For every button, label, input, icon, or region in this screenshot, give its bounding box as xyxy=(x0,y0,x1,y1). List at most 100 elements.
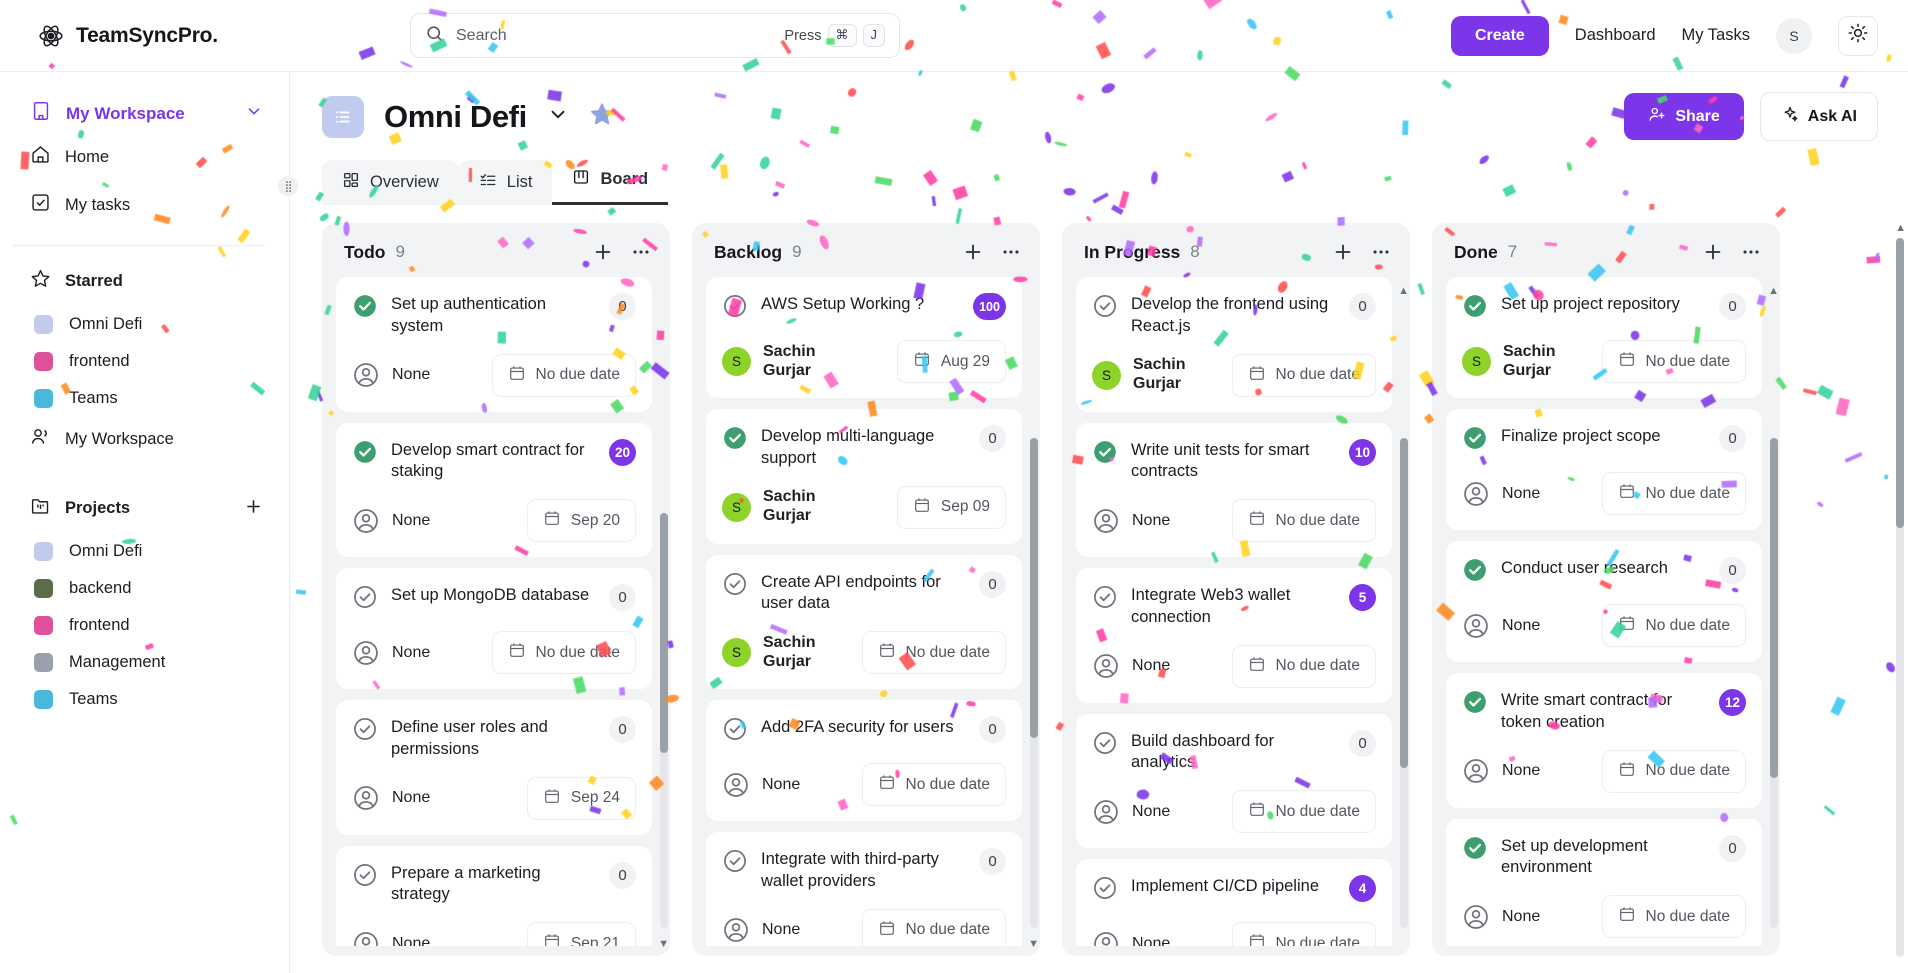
create-button[interactable]: Create xyxy=(1450,15,1549,56)
task-status-icon[interactable] xyxy=(352,584,378,615)
task-assignee[interactable]: S Sachin Gurjar xyxy=(1092,356,1220,393)
task-assignee[interactable]: None xyxy=(1462,480,1540,508)
task-card[interactable]: AWS Setup Working ? 100 S Sachin Gurjar Aug … xyxy=(706,277,1022,398)
sidebar-starred-omni-defi[interactable]: Omni Defi xyxy=(0,306,289,343)
ask-ai-button[interactable]: Ask AI xyxy=(1759,92,1878,141)
task-assignee[interactable]: None xyxy=(352,930,430,946)
task-card[interactable]: Conduct user research 0 None No due date xyxy=(1446,541,1762,662)
task-card[interactable]: Finalize project scope 0 None No due date xyxy=(1446,409,1762,530)
task-due-date[interactable]: No due date xyxy=(1231,353,1376,397)
tab-board[interactable]: Board xyxy=(552,157,669,205)
task-card[interactable]: Write unit tests for smart contracts 10 No… xyxy=(1076,422,1392,558)
assignee-avatar-empty-icon[interactable] xyxy=(1092,652,1120,680)
task-assignee[interactable]: S Sachin Gurjar xyxy=(722,343,859,380)
assignee-avatar-empty-icon[interactable] xyxy=(722,771,750,799)
sidebar-project-omni-defi[interactable]: Omni Defi xyxy=(0,533,289,570)
sidebar-section-starred[interactable]: Starred xyxy=(0,256,289,306)
task-due-date[interactable]: No due date xyxy=(1601,895,1746,939)
scroll-up-arrow-icon[interactable]: ▲ xyxy=(1895,222,1906,234)
task-due-date[interactable]: No due date xyxy=(1601,604,1746,647)
assignee-avatar[interactable]: S xyxy=(722,492,751,522)
add-project-button[interactable] xyxy=(244,497,263,520)
task-card[interactable]: Set up project repository 0 S Sachin Gurjar… xyxy=(1446,277,1762,398)
column-card-list[interactable]: AWS Setup Working ? 100 S Sachin Gurjar Aug … xyxy=(706,277,1028,946)
assignee-avatar-empty-icon[interactable] xyxy=(1092,930,1120,946)
sidebar-starred-frontend[interactable]: frontend xyxy=(0,343,289,380)
column-scrollbar-thumb[interactable] xyxy=(660,513,668,753)
task-status-icon[interactable] xyxy=(1092,730,1118,761)
scroll-up-arrow-icon[interactable]: ▲ xyxy=(1398,285,1409,297)
column-more-button[interactable] xyxy=(1000,241,1022,263)
sidebar-workspace-selector[interactable]: My Workspace xyxy=(0,94,289,133)
column-card-list[interactable]: Set up authentication system 0 None No due … xyxy=(336,277,658,946)
add-card-button[interactable] xyxy=(592,241,614,263)
task-due-date[interactable]: No due date xyxy=(1601,472,1746,515)
tab-list[interactable]: List xyxy=(458,160,553,205)
task-due-date[interactable]: No due date xyxy=(1231,790,1376,834)
task-due-date[interactable]: No due date xyxy=(1601,340,1746,383)
assignee-avatar-empty-icon[interactable] xyxy=(352,784,380,812)
task-due-date[interactable]: Sep 24 xyxy=(526,776,636,820)
column-scrollbar-thumb[interactable] xyxy=(1030,438,1038,738)
task-assignee[interactable]: None xyxy=(1092,798,1170,826)
sidebar-item-my-tasks[interactable]: My tasks xyxy=(0,181,289,229)
assignee-avatar[interactable]: S xyxy=(722,638,751,668)
task-card[interactable]: Develop the frontend using React.js 0 S Sac… xyxy=(1076,277,1392,412)
task-assignee[interactable]: None xyxy=(1462,757,1540,785)
task-assignee[interactable]: S Sachin Gurjar xyxy=(1462,343,1590,380)
column-more-button[interactable] xyxy=(1370,241,1392,263)
star-filled-icon[interactable] xyxy=(589,101,615,132)
task-assignee[interactable]: None xyxy=(722,771,800,799)
assignee-avatar-empty-icon[interactable] xyxy=(1092,798,1120,826)
scroll-down-arrow-icon[interactable]: ▼ xyxy=(658,938,669,950)
task-assignee[interactable]: None xyxy=(1092,930,1170,946)
sidebar-project-teams[interactable]: Teams xyxy=(0,681,289,718)
task-status-icon[interactable] xyxy=(352,862,378,893)
task-due-date[interactable]: No due date xyxy=(491,631,636,675)
assignee-avatar-empty-icon[interactable] xyxy=(1462,612,1490,640)
add-card-button[interactable] xyxy=(1702,241,1724,263)
assignee-avatar-empty-icon[interactable] xyxy=(722,916,750,944)
task-card[interactable]: Integrate Web3 wallet connection 5 None No … xyxy=(1076,568,1392,703)
column-scrollbar-thumb[interactable] xyxy=(1770,438,1778,778)
sidebar-project-management[interactable]: Management xyxy=(0,644,289,681)
sidebar-item-home[interactable]: Home xyxy=(0,133,289,181)
scrollbar-thumb[interactable] xyxy=(1896,238,1904,528)
scroll-down-arrow-icon[interactable]: ▼ xyxy=(1028,938,1039,950)
task-due-date[interactable]: No due date xyxy=(861,763,1006,807)
task-card[interactable]: Implement CI/CD pipeline 4 None No due date xyxy=(1076,859,1392,946)
task-card[interactable]: Integrate with third-party wallet provid… xyxy=(706,832,1022,946)
task-assignee[interactable]: S Sachin Gurjar xyxy=(722,488,859,525)
task-card[interactable]: Define user roles and permissions 0 None Se… xyxy=(336,700,652,835)
task-due-date[interactable]: Sep 09 xyxy=(896,485,1006,529)
task-due-date[interactable]: No due date xyxy=(861,631,1006,675)
tab-overview[interactable]: Overview xyxy=(322,160,459,205)
assignee-avatar-empty-icon[interactable] xyxy=(1462,757,1490,785)
assignee-avatar[interactable]: S xyxy=(1092,360,1121,390)
task-status-icon[interactable] xyxy=(1092,584,1118,615)
sidebar-project-backend[interactable]: backend xyxy=(0,570,289,607)
sidebar-starred-my-workspace[interactable]: My Workspace xyxy=(0,417,289,461)
task-card[interactable]: Set up development environment 0 None No du… xyxy=(1446,818,1762,946)
task-card[interactable]: Write smart contract for token creation 1… xyxy=(1446,673,1762,808)
scroll-up-arrow-icon[interactable]: ▲ xyxy=(1768,285,1779,297)
task-status-icon[interactable] xyxy=(1092,439,1118,470)
add-card-button[interactable] xyxy=(1332,241,1354,263)
task-due-date[interactable]: No due date xyxy=(1601,749,1746,793)
task-card[interactable]: Prepare a marketing strategy 0 None Sep 21 xyxy=(336,845,652,946)
task-status-icon[interactable] xyxy=(1462,425,1488,456)
task-card[interactable]: Set up MongoDB database 0 None No due date xyxy=(336,568,652,690)
task-card[interactable]: Set up authentication system 0 None No due … xyxy=(336,277,652,412)
sidebar-project-frontend[interactable]: frontend xyxy=(0,607,289,644)
task-status-icon[interactable] xyxy=(722,848,748,879)
board-vertical-scrollbar[interactable]: ▲ xyxy=(1894,222,1906,973)
assignee-avatar-empty-icon[interactable] xyxy=(352,639,380,667)
task-card[interactable]: Develop multi-language support 0 S Sachin G… xyxy=(706,409,1022,544)
task-assignee[interactable]: None xyxy=(1092,652,1170,680)
task-due-date[interactable]: Sep 20 xyxy=(526,499,636,543)
task-status-icon[interactable] xyxy=(352,293,378,324)
task-due-date[interactable]: Sep 21 xyxy=(526,922,636,946)
column-more-button[interactable] xyxy=(630,241,652,263)
assignee-avatar[interactable]: S xyxy=(1462,347,1491,376)
task-due-date[interactable]: Aug 29 xyxy=(896,340,1006,383)
